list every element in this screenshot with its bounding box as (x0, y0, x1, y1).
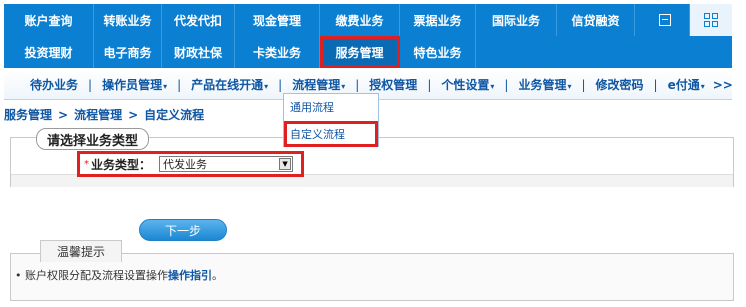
submenu-item-business-management[interactable]: 业务管理▾ (518, 76, 571, 93)
nav-item-international[interactable]: 国际业务 (476, 4, 557, 36)
business-type-row: * 业务类型： 代发业务 ▼ (77, 151, 304, 177)
submenu-item-change-password[interactable]: 修改密码 (596, 76, 644, 93)
breadcrumb: 服务管理 > 流程管理 > 自定义流程 (4, 106, 204, 123)
nav-item-ecommerce[interactable]: 电子商务 (94, 36, 162, 68)
submenu-item-pending[interactable]: 待办业务 (30, 76, 78, 93)
section-title: 请选择业务类型 (36, 128, 150, 150)
required-mark: * (84, 158, 89, 170)
breadcrumb-separator: > (58, 108, 69, 122)
submenu-separator: | (581, 77, 586, 92)
caret-down-icon: ▾ (163, 82, 168, 91)
nav-item-transfer[interactable]: 转账业务 (94, 4, 162, 36)
caret-down-icon: ▾ (264, 82, 269, 91)
submenu-item-label: 产品在线开通 (191, 78, 264, 92)
collapse-button[interactable] (640, 4, 690, 36)
submenu-item-personal-settings[interactable]: 个性设置▾ (441, 76, 494, 93)
select-arrow-icon[interactable]: ▼ (279, 158, 292, 170)
process-management-dropdown: 通用流程 自定义流程 (283, 93, 379, 147)
nav-item-featured[interactable]: 特色业务 (400, 36, 476, 68)
submenu-separator: | (504, 77, 509, 92)
submenu-item-operator-management[interactable]: 操作员管理▾ (102, 76, 167, 93)
nav-item-service-management[interactable]: 服务管理 (320, 36, 400, 68)
nav-item-account-query[interactable]: 账户查询 (4, 4, 94, 36)
top-navigation: 账户查询 转账业务 代发代扣 现金管理 缴费业务 票据业务 国际业务 信贷融资 … (4, 4, 732, 68)
submenu-item-authorization[interactable]: 授权管理 (369, 76, 417, 93)
nav-item-cards[interactable]: 卡类业务 (235, 36, 320, 68)
nav-item-credit[interactable]: 信贷融资 (557, 4, 635, 36)
dropdown-option-general-process[interactable]: 通用流程 (284, 94, 378, 120)
caret-down-icon: ▾ (567, 82, 572, 91)
caret-down-icon: ▾ (341, 82, 346, 91)
nav-item-bill-payment[interactable]: 缴费业务 (320, 4, 400, 36)
submenu-separator: | (278, 77, 283, 92)
business-type-label: 业务类型： (91, 157, 152, 172)
nav-item-social-security[interactable]: 财政社保 (162, 36, 235, 68)
tips-title: 温馨提示 (40, 240, 122, 262)
breadcrumb-current: 自定义流程 (144, 108, 205, 122)
submenu-item-process-management[interactable]: 流程管理▾ (292, 76, 345, 93)
caret-down-icon: ▾ (490, 82, 495, 91)
breadcrumb-item[interactable]: 流程管理 (74, 108, 122, 122)
submenu-item-product-activation[interactable]: 产品在线开通▾ (191, 76, 268, 93)
nav-row-2: 投资理财 电子商务 财政社保 卡类业务 服务管理 特色业务 (4, 36, 476, 68)
submenu-item-label: 业务管理 (518, 78, 567, 92)
tips-description: 账户权限分配及流程设置操作 (25, 269, 168, 282)
nav-item-notes[interactable]: 票据业务 (400, 4, 476, 36)
submenu-item-label: e付通 (667, 78, 700, 92)
breadcrumb-item[interactable]: 服务管理 (4, 108, 52, 122)
next-step-button[interactable]: 下一步 (139, 219, 227, 241)
submenu-separator: | (355, 77, 360, 92)
tips-text: • 账户权限分配及流程设置操作操作指引。 (15, 267, 223, 283)
submenu-separator: | (427, 77, 432, 92)
submenu-item-label: 操作员管理 (102, 78, 163, 92)
nav-item-payroll[interactable]: 代发代扣 (162, 4, 235, 36)
nav-row-1: 账户查询 转账业务 代发代扣 现金管理 缴费业务 票据业务 国际业务 信贷融资 (4, 4, 635, 36)
submenu-separator: | (653, 77, 658, 92)
submenu-separator: | (177, 77, 182, 92)
dropdown-option-custom-process[interactable]: 自定义流程 (284, 121, 378, 147)
nav-item-cash-management[interactable]: 现金管理 (235, 4, 320, 36)
nav-item-investment[interactable]: 投资理财 (4, 36, 94, 68)
submenu-more-button[interactable]: >> (713, 78, 733, 92)
collapse-icon (658, 14, 671, 26)
submenu-item-label: 流程管理 (292, 78, 341, 92)
submenu-item-epay[interactable]: e付通▾ (668, 76, 705, 93)
operation-guide-link[interactable]: 操作指引 (168, 269, 212, 282)
submenu-item-label: 个性设置 (441, 78, 490, 92)
bullet: • (15, 269, 22, 282)
caret-down-icon: ▾ (700, 82, 705, 91)
business-type-value: 代发业务 (163, 158, 208, 171)
breadcrumb-separator: > (128, 108, 139, 122)
grid-icon (704, 13, 718, 27)
submenu-separator: | (88, 77, 93, 92)
tips-end: 。 (212, 269, 223, 282)
apps-button[interactable] (690, 4, 732, 36)
business-type-select[interactable]: 代发业务 ▼ (159, 156, 294, 172)
